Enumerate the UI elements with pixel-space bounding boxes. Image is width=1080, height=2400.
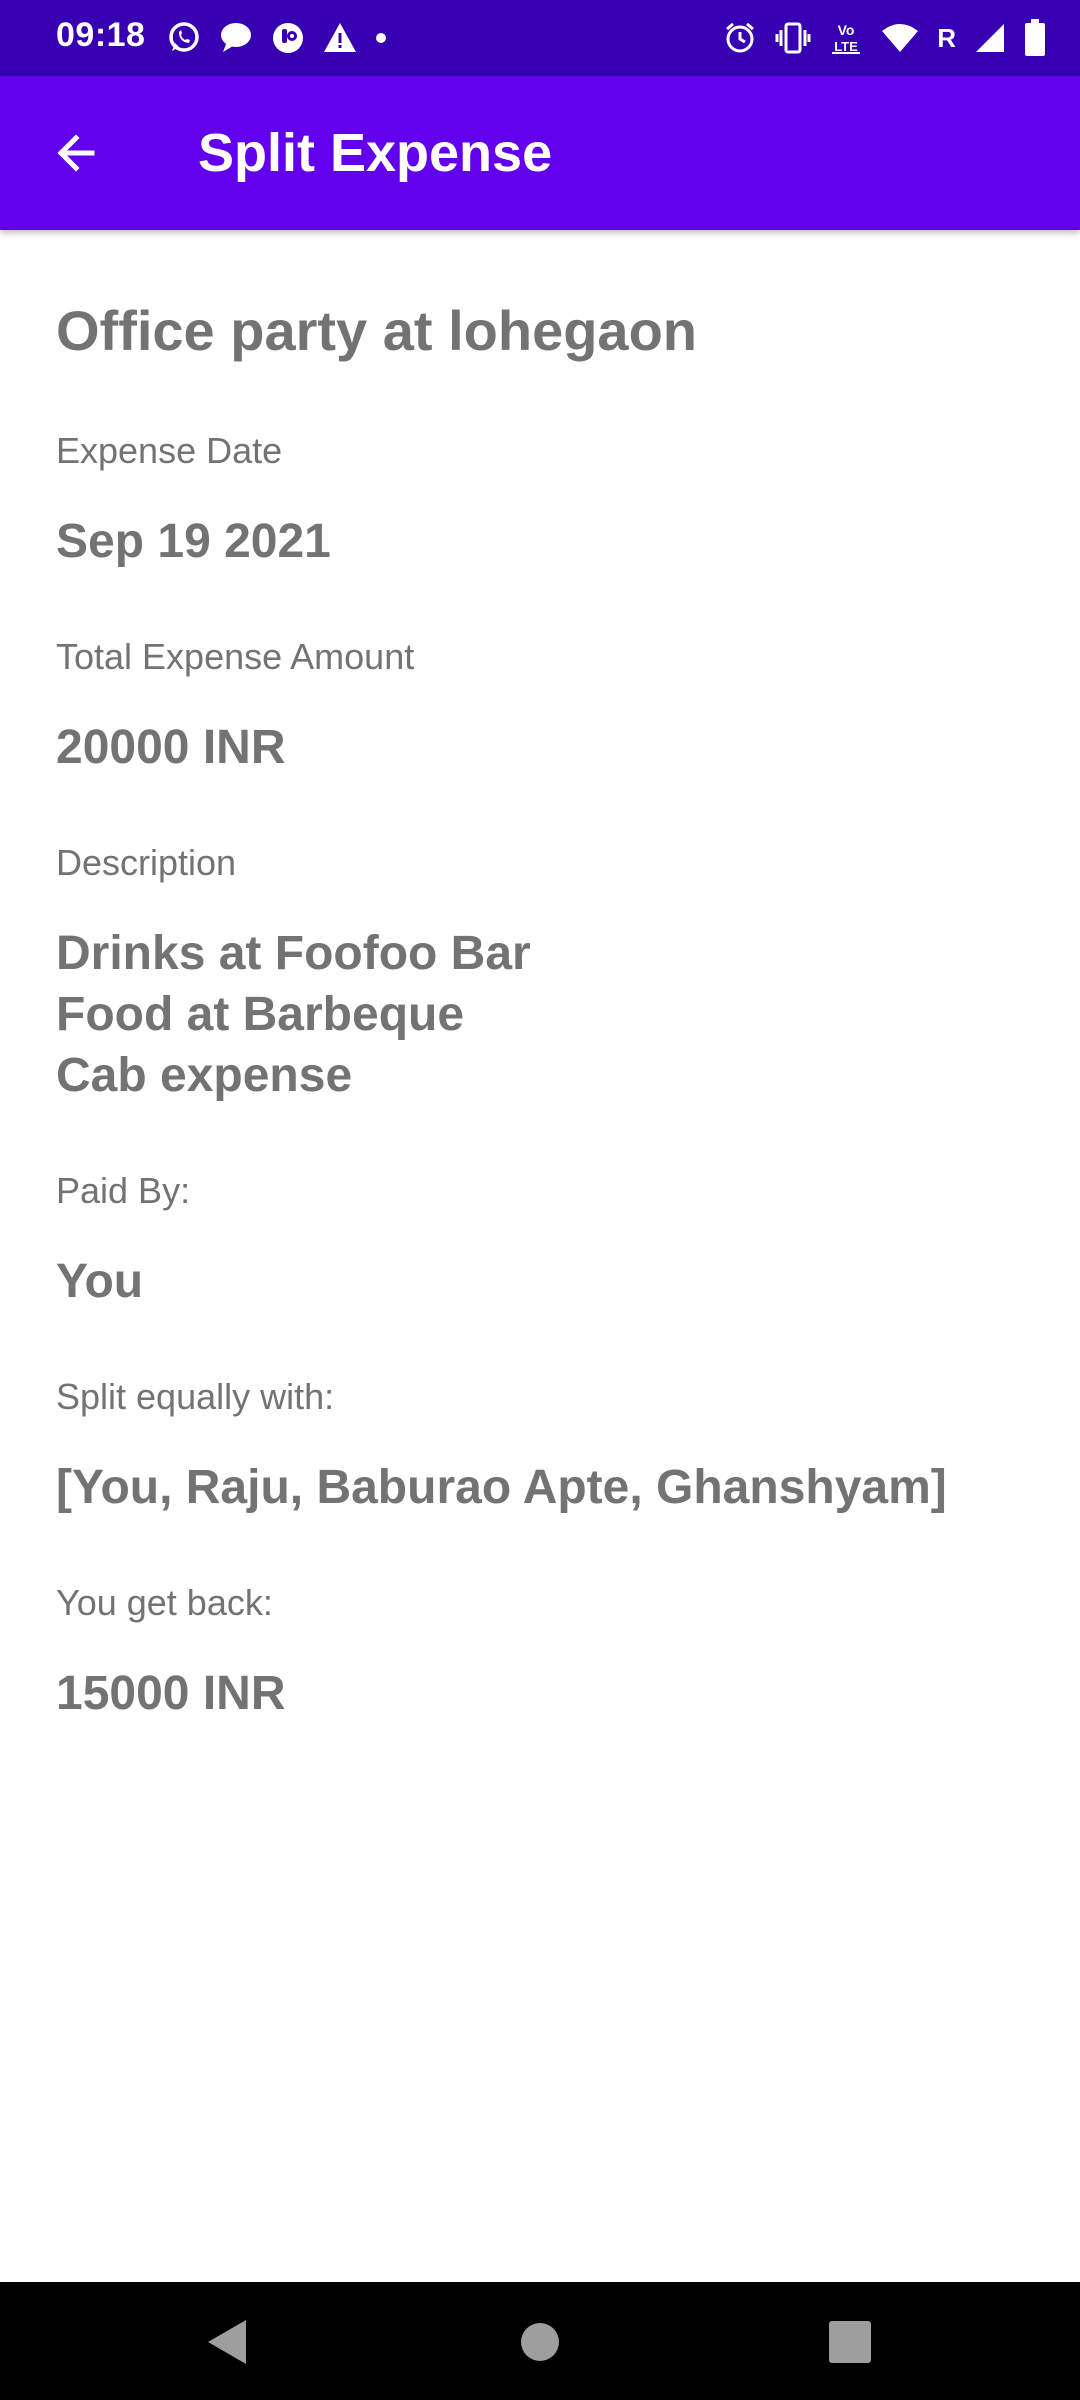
expense-date-label: Expense Date	[56, 430, 283, 471]
recents-square-icon	[829, 2321, 871, 2363]
svg-text:LTE: LTE	[834, 39, 858, 54]
description-value: Drinks at Foofoo Bar Food at Barbeque Ca…	[56, 927, 531, 1102]
screen: 09:18 Vo LTE R Split Expense Office part…	[0, 0, 1080, 2400]
notification-icons	[166, 18, 388, 58]
back-triangle-icon	[208, 2320, 246, 2364]
dot-icon	[374, 31, 388, 45]
app-bar: Split Expense	[0, 76, 1080, 230]
split-with-label: Split equally with:	[56, 1376, 335, 1417]
split-with-value: [You, Raju, Baburao Apte, Ghanshyam]	[56, 1461, 947, 1514]
vibrate-icon	[775, 20, 811, 56]
arrow-back-icon	[57, 134, 95, 172]
total-amount-label: Total Expense Amount	[56, 636, 415, 677]
get-back-label: You get back:	[56, 1582, 273, 1623]
home-circle-icon	[521, 2323, 559, 2361]
status-bar: 09:18 Vo LTE R	[0, 0, 1080, 76]
volte-icon: Vo LTE	[829, 20, 863, 56]
svg-text:Vo: Vo	[838, 22, 855, 38]
expense-title: Office party at lohegaon	[56, 299, 697, 362]
system-icons: Vo LTE R	[723, 16, 1046, 60]
wifi-icon	[881, 22, 919, 54]
whatsapp-icon	[166, 20, 202, 56]
app-notification-icon	[270, 20, 306, 56]
paid-by-value: You	[56, 1255, 144, 1308]
status-time: 09:18	[56, 16, 146, 54]
description-label: Description	[56, 842, 237, 883]
nav-recents-button[interactable]	[820, 2312, 880, 2372]
navigation-bar	[0, 2282, 1080, 2400]
total-amount-value: 20000 INR	[56, 721, 286, 774]
paid-by-label: Paid By:	[56, 1170, 191, 1211]
get-back-value: 15000 INR	[56, 1667, 286, 1720]
nav-back-button[interactable]	[196, 2312, 256, 2372]
alarm-icon	[723, 21, 757, 55]
battery-icon	[1024, 19, 1046, 57]
nav-home-button[interactable]	[510, 2312, 570, 2372]
back-button[interactable]	[36, 113, 116, 193]
message-icon	[218, 20, 254, 56]
roaming-indicator: R	[937, 22, 956, 53]
app-title: Split Expense	[198, 123, 553, 183]
expense-date-value: Sep 19 2021	[56, 515, 331, 568]
warning-icon	[322, 20, 358, 56]
signal-icon	[974, 22, 1006, 54]
